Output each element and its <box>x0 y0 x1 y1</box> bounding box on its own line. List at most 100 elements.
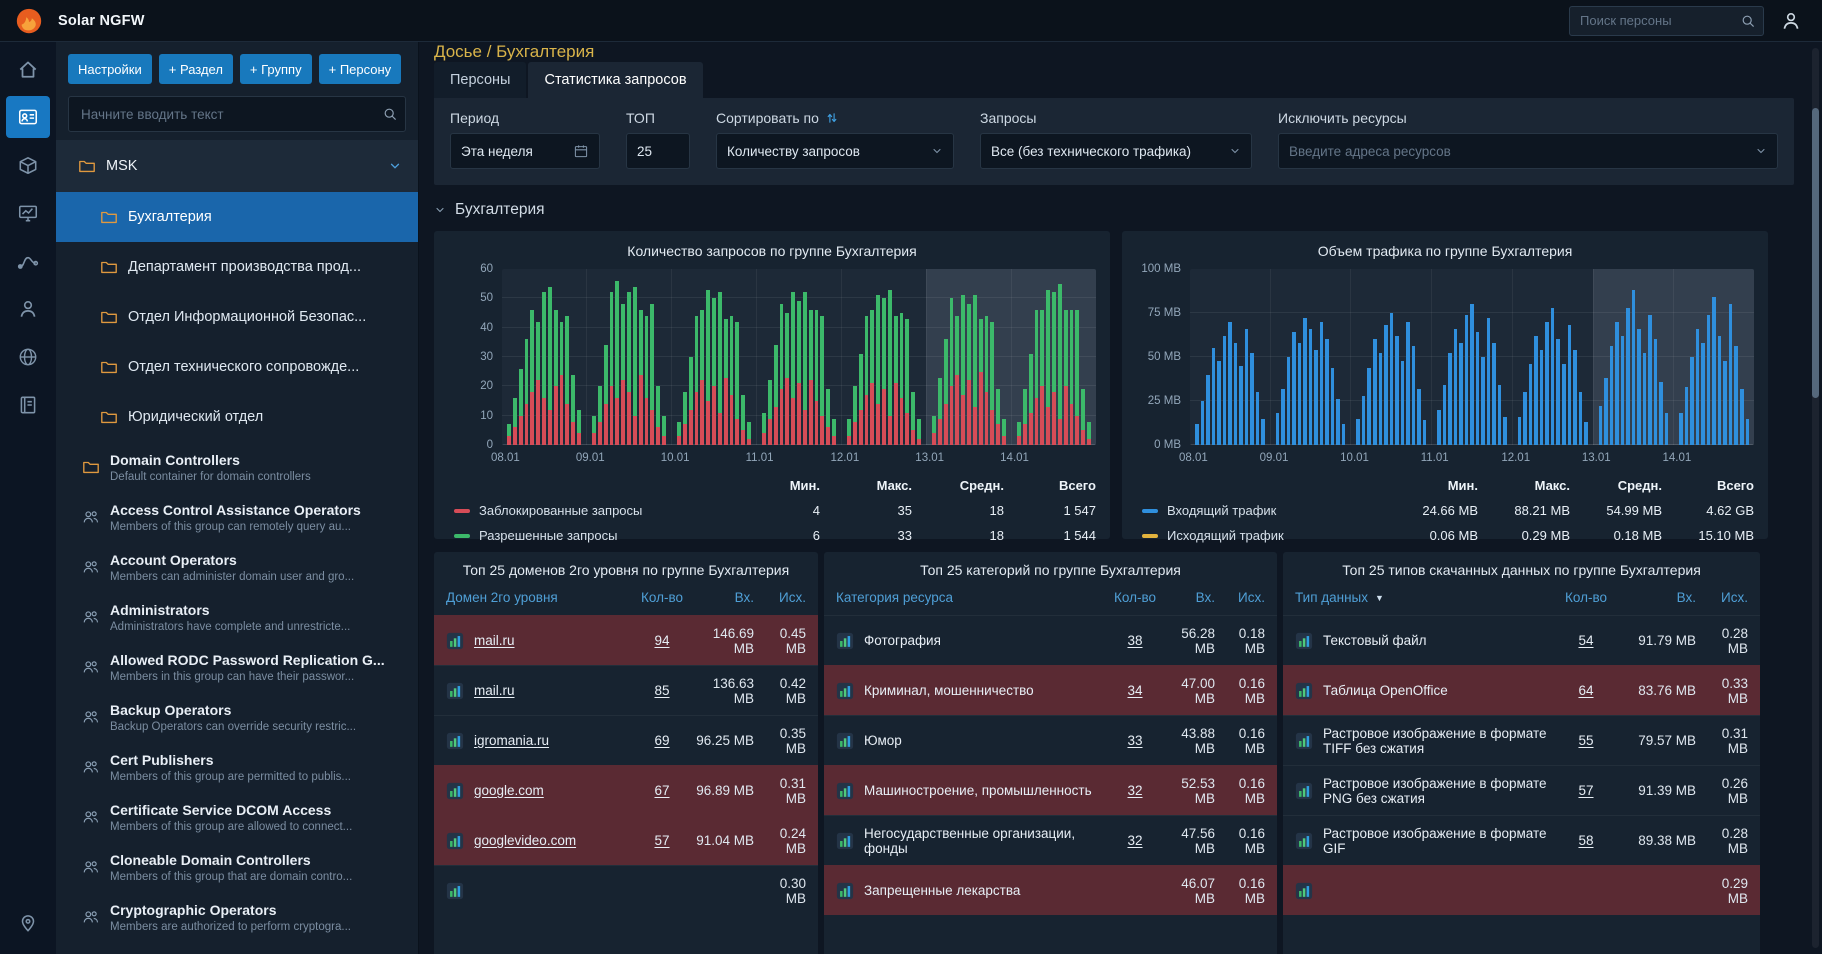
column-count[interactable]: Кол-во <box>1564 590 1608 605</box>
count-link[interactable]: 94 <box>640 633 684 648</box>
directory-entry[interactable]: Access Control Assistance Operators Memb… <box>56 492 418 542</box>
column-name[interactable]: Категория ресурса <box>836 590 953 605</box>
count-link[interactable]: 32 <box>1113 783 1157 798</box>
add-group-button[interactable]: + Группу <box>239 54 312 84</box>
tab-persons[interactable]: Персоны <box>434 62 527 98</box>
top-input[interactable]: 25 <box>626 133 690 169</box>
resource-link[interactable]: google.com <box>474 783 544 798</box>
table-row[interactable]: Фотография 38 56.28 MB 0.18 MB <box>824 615 1277 665</box>
column-name[interactable]: Домен 2го уровня <box>446 590 558 605</box>
column-count[interactable]: Кол-во <box>1113 590 1157 605</box>
table-row[interactable]: Запрещенные лекарства 46.07 MB 0.16 MB <box>824 865 1277 915</box>
resource-link[interactable]: Запрещенные лекарства <box>864 883 1020 898</box>
directory-entry[interactable]: Backup Operators Backup Operators can ov… <box>56 692 418 742</box>
count-link[interactable]: 69 <box>640 733 684 748</box>
table-row[interactable]: Машиностроение, промышленность 32 52.53 … <box>824 765 1277 815</box>
sort-select[interactable]: Количеству запросов <box>716 133 954 169</box>
nav-monitoring-icon[interactable] <box>6 192 50 234</box>
tab-request-statistics[interactable]: Статистика запросов <box>528 62 703 98</box>
requests-select[interactable]: Все (без технического трафика) <box>980 133 1252 169</box>
tree-node[interactable]: Отдел технического сопровожде... <box>56 342 418 392</box>
group-section-header[interactable]: Бухгалтерия <box>434 201 1822 219</box>
tree-node[interactable]: Отдел Информационной Безопас... <box>56 292 418 342</box>
directory-entry[interactable]: Cryptographic Operators Members are auth… <box>56 892 418 942</box>
count-link[interactable]: 38 <box>1113 633 1157 648</box>
nav-packages-icon[interactable] <box>6 144 50 186</box>
table-row[interactable]: igromania.ru 69 96.25 MB 0.35 MB <box>434 715 818 765</box>
directory-entry[interactable]: Domain Controllers Default container for… <box>56 442 418 492</box>
table-row[interactable]: Растровое изображение в формате PNG без … <box>1283 765 1760 815</box>
count-link[interactable]: 33 <box>1113 733 1157 748</box>
table-row[interactable]: mail.ru 94 146.69 MB 0.45 MB <box>434 615 818 665</box>
resource-link[interactable]: Машиностроение, промышленность <box>864 783 1092 798</box>
nav-persons-icon[interactable] <box>6 96 50 138</box>
resource-link[interactable]: Криминал, мошенничество <box>864 683 1034 698</box>
column-inbound[interactable]: Вх. <box>1165 590 1215 605</box>
resource-link[interactable]: mail.ru <box>474 633 515 648</box>
nav-journal-icon[interactable] <box>6 384 50 426</box>
nav-profile-icon[interactable] <box>6 288 50 330</box>
resource-link[interactable]: Растровое изображение в формате PNG без … <box>1323 776 1556 806</box>
table-row[interactable]: google.com 67 96.89 MB 0.31 MB <box>434 765 818 815</box>
tree-node[interactable]: Юридический отдел <box>56 392 418 442</box>
count-link[interactable]: 32 <box>1113 833 1157 848</box>
column-inbound[interactable]: Вх. <box>1616 590 1696 605</box>
count-link[interactable]: 54 <box>1564 633 1608 648</box>
table-row[interactable]: Таблица OpenOffice 64 83.76 MB 0.33 MB <box>1283 665 1760 715</box>
chevron-down-icon[interactable] <box>388 159 402 173</box>
count-link[interactable]: 85 <box>640 683 684 698</box>
tree-node[interactable]: Департамент производства прод... <box>56 242 418 292</box>
sidebar-search-input[interactable] <box>68 96 406 132</box>
resource-link[interactable]: Растровое изображение в формате TIFF без… <box>1323 726 1556 756</box>
directory-entry[interactable]: Account Operators Members can administer… <box>56 542 418 592</box>
add-person-button[interactable]: + Персону <box>318 54 402 84</box>
scrollbar-thumb[interactable] <box>1812 108 1819 398</box>
nav-home-icon[interactable] <box>6 48 50 90</box>
directory-entry[interactable]: Cert Publishers Members of this group ar… <box>56 742 418 792</box>
sort-arrows-icon[interactable] <box>825 111 839 125</box>
count-link[interactable]: 67 <box>640 783 684 798</box>
resource-link[interactable]: mail.ru <box>474 683 515 698</box>
directory-entry[interactable]: Allowed RODC Password Replication G... M… <box>56 642 418 692</box>
count-link[interactable]: 34 <box>1113 683 1157 698</box>
table-row[interactable]: Негосударственные организации, фонды 32 … <box>824 815 1277 865</box>
table-row[interactable]: Текстовый файл 54 91.79 MB 0.28 MB <box>1283 615 1760 665</box>
period-picker[interactable]: Эта неделя <box>450 133 600 169</box>
table-row[interactable]: googlevideo.com 57 91.04 MB 0.24 MB <box>434 815 818 865</box>
resource-link[interactable]: Таблица OpenOffice <box>1323 683 1448 698</box>
directory-entry[interactable]: Certificate Service DCOM Access Members … <box>56 792 418 842</box>
table-row[interactable]: 0.29 MB <box>1283 865 1760 915</box>
resource-link[interactable]: Растровое изображение в формате GIF <box>1323 826 1556 856</box>
table-row[interactable]: Растровое изображение в формате TIFF без… <box>1283 715 1760 765</box>
exclude-resources-input[interactable] <box>1289 143 1747 159</box>
tree-node[interactable]: Бухгалтерия <box>56 192 418 242</box>
column-inbound[interactable]: Вх. <box>692 590 754 605</box>
resource-link[interactable]: googlevideo.com <box>474 833 576 848</box>
resource-link[interactable]: Юмор <box>864 733 902 748</box>
column-outbound[interactable]: Исх. <box>1223 590 1265 605</box>
count-link[interactable]: 64 <box>1564 683 1608 698</box>
settings-button[interactable]: Настройки <box>68 54 152 84</box>
table-row[interactable]: 0.30 MB <box>434 865 818 915</box>
directory-entry[interactable]: Cloneable Domain Controllers Members of … <box>56 842 418 892</box>
count-link[interactable]: 58 <box>1564 833 1608 848</box>
table-row[interactable]: mail.ru 85 136.63 MB 0.42 MB <box>434 665 818 715</box>
column-outbound[interactable]: Исх. <box>762 590 806 605</box>
directory-entry[interactable]: Administrators Administrators have compl… <box>56 592 418 642</box>
column-count[interactable]: Кол-во <box>640 590 684 605</box>
resource-link[interactable]: Текстовый файл <box>1323 633 1427 648</box>
table-row[interactable]: Криминал, мошенничество 34 47.00 MB 0.16… <box>824 665 1277 715</box>
nav-web-icon[interactable] <box>6 336 50 378</box>
resource-link[interactable]: Негосударственные организации, фонды <box>864 826 1105 856</box>
resource-link[interactable]: Фотография <box>864 633 941 648</box>
user-menu-button[interactable] <box>1780 10 1802 32</box>
tree-node-msk[interactable]: MSK <box>56 140 418 192</box>
exclude-resources-select[interactable] <box>1278 133 1778 169</box>
count-link[interactable]: 57 <box>1564 783 1608 798</box>
table-row[interactable]: Растровое изображение в формате GIF 58 8… <box>1283 815 1760 865</box>
nav-policies-icon[interactable] <box>6 240 50 282</box>
column-outbound[interactable]: Исх. <box>1704 590 1748 605</box>
table-row[interactable]: Юмор 33 43.88 MB 0.16 MB <box>824 715 1277 765</box>
count-link[interactable]: 57 <box>640 833 684 848</box>
person-search-input[interactable] <box>1569 5 1764 36</box>
